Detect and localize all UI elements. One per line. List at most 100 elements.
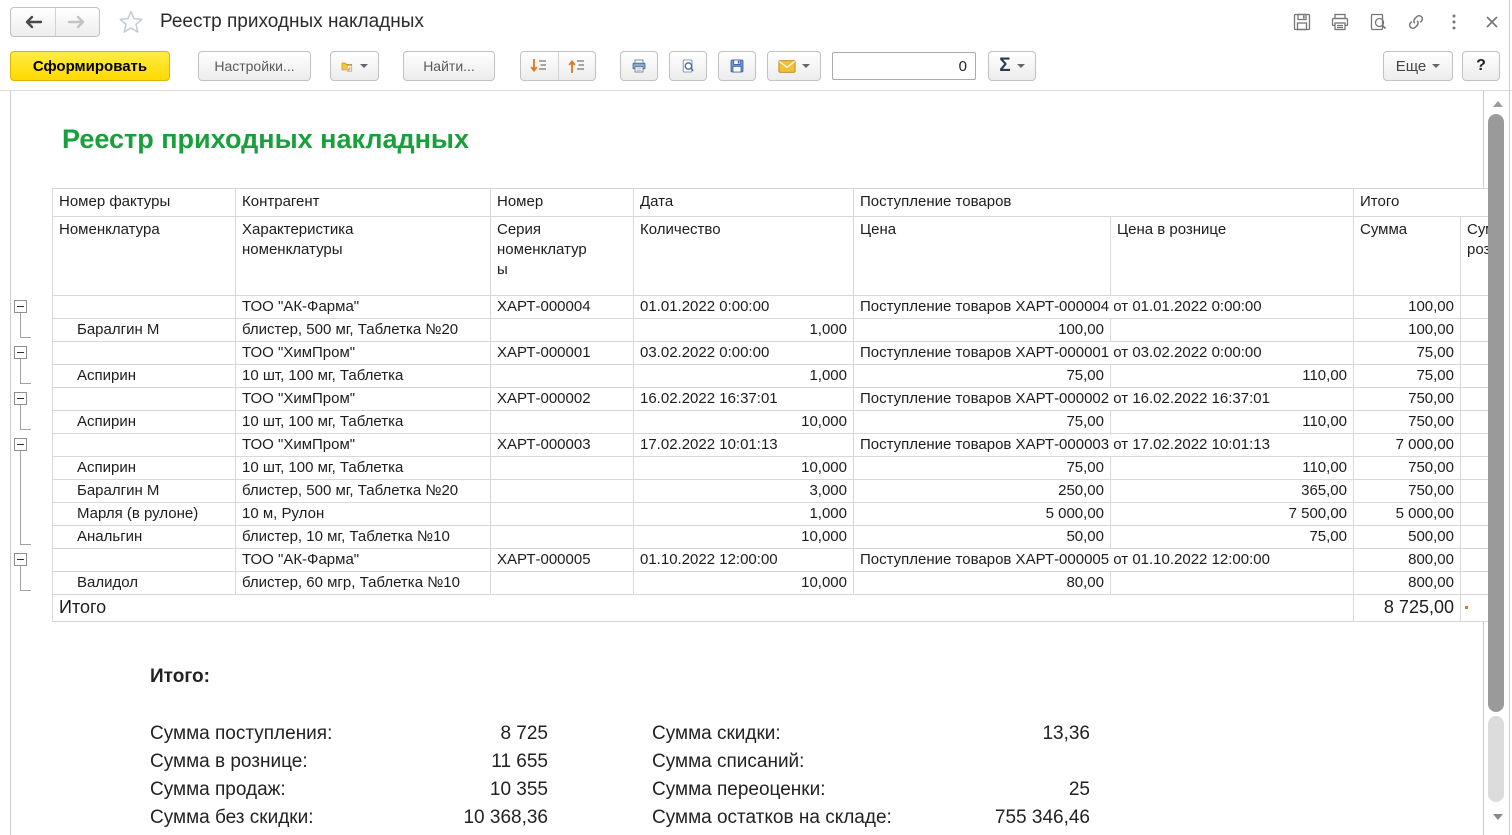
cell-number[interactable]: ХАРТ-000004 bbox=[491, 296, 634, 319]
cell-characteristic[interactable]: блистер, 500 мг, Таблетка №20 bbox=[236, 319, 491, 342]
cell-retail-sum[interactable] bbox=[1461, 388, 1491, 411]
forward-button[interactable] bbox=[56, 8, 100, 36]
scrollbar-up-arrow[interactable] bbox=[1493, 101, 1503, 107]
cell-series[interactable] bbox=[491, 319, 634, 342]
cell-retail-price[interactable]: 7 500,00 bbox=[1111, 503, 1354, 526]
cell-date[interactable]: 16.02.2022 16:37:01 bbox=[634, 388, 854, 411]
cell-sum[interactable]: 7 000,00 bbox=[1354, 434, 1461, 457]
cell-price[interactable]: 100,00 bbox=[854, 319, 1111, 342]
cell-date[interactable]: 17.02.2022 10:01:13 bbox=[634, 434, 854, 457]
preview-button[interactable] bbox=[669, 51, 707, 81]
cell-price[interactable]: 75,00 bbox=[854, 365, 1111, 388]
cell-quantity[interactable]: 10,000 bbox=[634, 526, 854, 549]
cell-retail-price[interactable] bbox=[1111, 319, 1354, 342]
cell-price[interactable]: 250,00 bbox=[854, 480, 1111, 503]
cell-number[interactable]: ХАРТ-000001 bbox=[491, 342, 634, 365]
collapse-group-button[interactable] bbox=[14, 553, 27, 566]
cell-retail-price[interactable]: 75,00 bbox=[1111, 526, 1354, 549]
cell-sum[interactable]: 800,00 bbox=[1354, 549, 1461, 572]
more-button[interactable]: Еще bbox=[1383, 51, 1453, 81]
scrollbar-track[interactable] bbox=[1488, 716, 1504, 802]
scrollbar-thumb[interactable] bbox=[1488, 114, 1504, 712]
cell-receipt-doc[interactable]: Поступление товаров ХАРТ-000003 от 17.02… bbox=[854, 434, 1354, 457]
cell-series[interactable] bbox=[491, 457, 634, 480]
get-link-button[interactable] bbox=[1404, 10, 1428, 34]
cell-retail-price[interactable]: 110,00 bbox=[1111, 457, 1354, 480]
cell-contractor[interactable]: ТОО "АК-Фарма" bbox=[236, 296, 491, 319]
more-menu-button-header[interactable] bbox=[1442, 10, 1466, 34]
cell-nomenclature[interactable]: Аспирин bbox=[53, 411, 236, 434]
cell-characteristic[interactable]: блистер, 500 мг, Таблетка №20 bbox=[236, 480, 491, 503]
cell-retail-sum[interactable] bbox=[1461, 480, 1491, 503]
cell-sum[interactable]: 100,00 bbox=[1354, 319, 1461, 342]
cell-nomenclature[interactable]: Валидол bbox=[53, 572, 236, 595]
cell-date[interactable]: 03.02.2022 0:00:00 bbox=[634, 342, 854, 365]
send-mail-button[interactable] bbox=[767, 51, 821, 81]
cell-characteristic[interactable]: 10 шт, 100 мг, Таблетка bbox=[236, 411, 491, 434]
cell-quantity[interactable]: 1,000 bbox=[634, 503, 854, 526]
save-button-header[interactable] bbox=[1290, 10, 1314, 34]
cell-contractor[interactable]: ТОО "АК-Фарма" bbox=[236, 549, 491, 572]
collapse-group-button[interactable] bbox=[14, 438, 27, 451]
cell-invoice-number[interactable] bbox=[53, 296, 236, 319]
cell-sum[interactable]: 800,00 bbox=[1354, 572, 1461, 595]
cell-series[interactable] bbox=[491, 365, 634, 388]
cell-retail-sum[interactable] bbox=[1461, 411, 1491, 434]
find-button[interactable]: Найти... bbox=[403, 51, 495, 81]
autosum-field[interactable] bbox=[832, 52, 976, 80]
collapse-group-button[interactable] bbox=[14, 300, 27, 313]
cell-sum[interactable]: 500,00 bbox=[1354, 526, 1461, 549]
cell-total-retail-sum[interactable] bbox=[1461, 595, 1491, 622]
favorite-star-button[interactable] bbox=[117, 8, 145, 36]
cell-contractor[interactable]: ТОО "ХимПром" bbox=[236, 388, 491, 411]
cell-sum[interactable]: 5 000,00 bbox=[1354, 503, 1461, 526]
cell-receipt-doc[interactable]: Поступление товаров ХАРТ-000004 от 01.01… bbox=[854, 296, 1354, 319]
collapse-group-button[interactable] bbox=[14, 392, 27, 405]
sum-button[interactable]: Σ bbox=[988, 51, 1036, 81]
settings-button[interactable]: Настройки... bbox=[198, 51, 311, 81]
cell-contractor[interactable]: ТОО "ХимПром" bbox=[236, 342, 491, 365]
cell-contractor[interactable]: ТОО "ХимПром" bbox=[236, 434, 491, 457]
cell-sum[interactable]: 750,00 bbox=[1354, 388, 1461, 411]
cell-nomenclature[interactable]: Аспирин bbox=[53, 365, 236, 388]
cell-characteristic[interactable]: 10 м, Рулон bbox=[236, 503, 491, 526]
cell-retail-sum[interactable] bbox=[1461, 549, 1491, 572]
cell-series[interactable] bbox=[491, 480, 634, 503]
cell-total-label[interactable]: Итого bbox=[53, 595, 1354, 622]
generate-button[interactable]: Сформировать bbox=[10, 51, 170, 81]
cell-series[interactable] bbox=[491, 526, 634, 549]
cell-receipt-doc[interactable]: Поступление товаров ХАРТ-000005 от 01.10… bbox=[854, 549, 1354, 572]
cell-sum[interactable]: 75,00 bbox=[1354, 342, 1461, 365]
cell-price[interactable]: 75,00 bbox=[854, 457, 1111, 480]
cell-invoice-number[interactable] bbox=[53, 549, 236, 572]
cell-sum[interactable]: 100,00 bbox=[1354, 296, 1461, 319]
cell-sum[interactable]: 750,00 bbox=[1354, 411, 1461, 434]
collapse-groups-button[interactable] bbox=[559, 52, 596, 80]
cell-nomenclature[interactable]: Марля (в рулоне) bbox=[53, 503, 236, 526]
cell-retail-price[interactable]: 110,00 bbox=[1111, 365, 1354, 388]
cell-retail-price[interactable]: 110,00 bbox=[1111, 411, 1354, 434]
cell-retail-sum[interactable] bbox=[1461, 572, 1491, 595]
cell-nomenclature[interactable]: Анальгин bbox=[53, 526, 236, 549]
cell-invoice-number[interactable] bbox=[53, 342, 236, 365]
cell-retail-sum[interactable] bbox=[1461, 296, 1491, 319]
cell-sum[interactable]: 750,00 bbox=[1354, 480, 1461, 503]
cell-quantity[interactable]: 1,000 bbox=[634, 319, 854, 342]
close-button[interactable] bbox=[1480, 10, 1504, 34]
cell-series[interactable] bbox=[491, 572, 634, 595]
cell-series[interactable] bbox=[491, 411, 634, 434]
cell-sum[interactable]: 75,00 bbox=[1354, 365, 1461, 388]
scrollbar-down-arrow[interactable] bbox=[1493, 814, 1503, 820]
cell-quantity[interactable]: 10,000 bbox=[634, 572, 854, 595]
cell-receipt-doc[interactable]: Поступление товаров ХАРТ-000002 от 16.02… bbox=[854, 388, 1354, 411]
cell-retail-sum[interactable] bbox=[1461, 457, 1491, 480]
cell-number[interactable]: ХАРТ-000002 bbox=[491, 388, 634, 411]
cell-quantity[interactable]: 3,000 bbox=[634, 480, 854, 503]
cell-quantity[interactable]: 1,000 bbox=[634, 365, 854, 388]
print-button-header[interactable] bbox=[1328, 10, 1352, 34]
cell-date[interactable]: 01.01.2022 0:00:00 bbox=[634, 296, 854, 319]
cell-retail-price[interactable] bbox=[1111, 572, 1354, 595]
cell-nomenclature[interactable]: Баралгин М bbox=[53, 319, 236, 342]
report-variants-button[interactable] bbox=[330, 51, 379, 81]
cell-characteristic[interactable]: блистер, 60 мгр, Таблетка №10 bbox=[236, 572, 491, 595]
